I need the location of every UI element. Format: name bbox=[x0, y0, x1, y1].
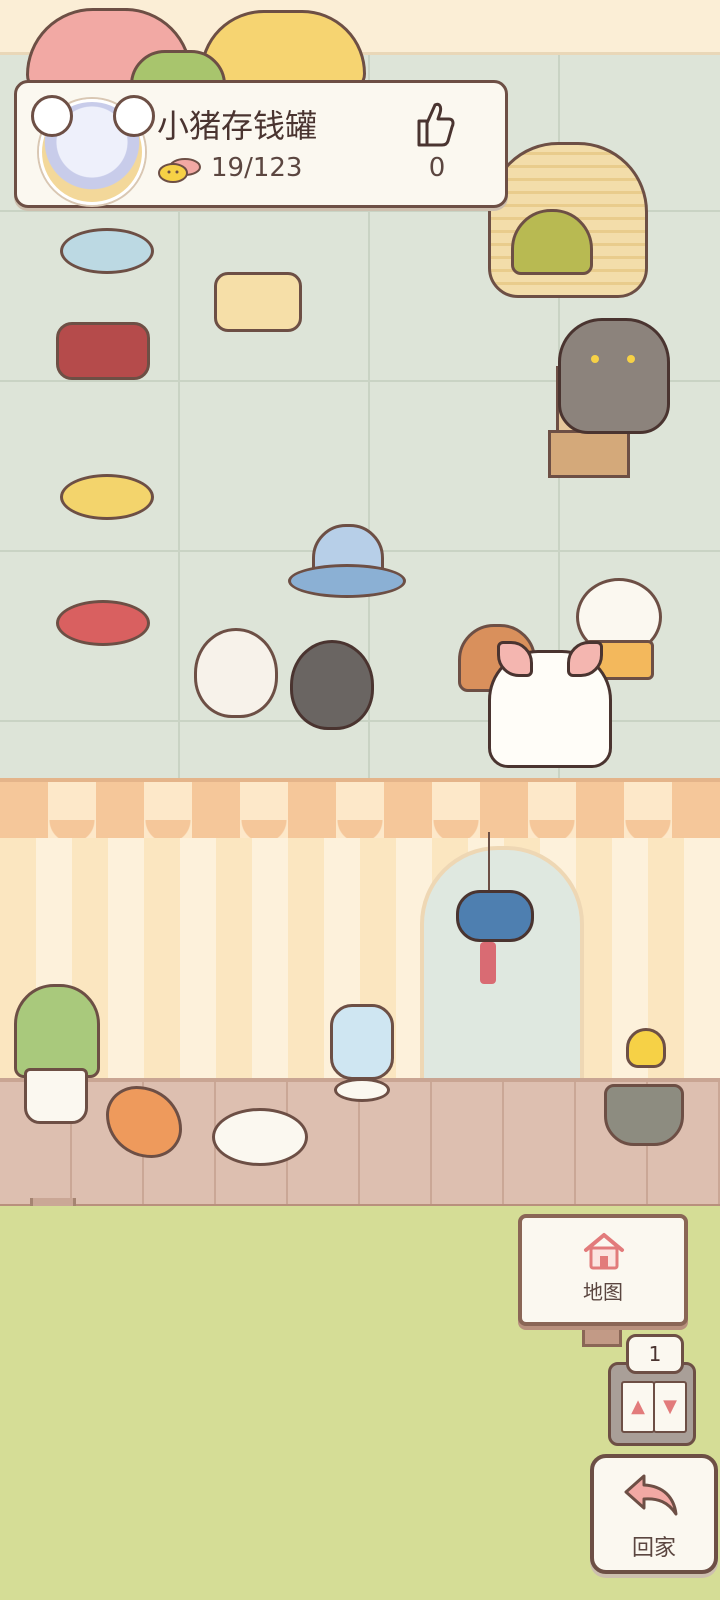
floor-number-badge: 1 bbox=[626, 1334, 684, 1374]
chime-tassel bbox=[480, 942, 496, 984]
return-arrow-icon bbox=[624, 1474, 678, 1516]
yellow-bowl[interactable] bbox=[60, 474, 154, 520]
tulip-plant[interactable] bbox=[604, 1028, 684, 1148]
like-count: 0 bbox=[428, 153, 446, 183]
robot-lamp-base bbox=[334, 1078, 390, 1102]
fish-coin-icon bbox=[158, 158, 201, 183]
grey-owl-egg[interactable] bbox=[290, 640, 374, 730]
straw-cat-house[interactable] bbox=[488, 142, 648, 298]
chime-string bbox=[488, 832, 490, 892]
calla-lily-plant[interactable] bbox=[14, 984, 100, 1124]
tulip-pot bbox=[604, 1084, 684, 1146]
ufo-toy[interactable] bbox=[288, 524, 406, 604]
grey-cat[interactable] bbox=[558, 318, 670, 434]
white-owl-egg[interactable] bbox=[194, 628, 278, 718]
tulip-flower bbox=[626, 1028, 666, 1068]
fish-count: 19/123 bbox=[211, 153, 303, 183]
dark-red-bowl[interactable] bbox=[56, 322, 150, 380]
elephant-wind-chime[interactable] bbox=[446, 832, 536, 992]
house-icon bbox=[584, 1233, 624, 1270]
lily-pot bbox=[24, 1068, 88, 1124]
ufo-disc bbox=[288, 564, 406, 598]
grey-cat-eye-left bbox=[591, 355, 599, 363]
map-label: 地图 bbox=[583, 1280, 623, 1304]
calico-cat[interactable] bbox=[488, 641, 612, 768]
return-home-button[interactable]: 回家 bbox=[590, 1454, 718, 1574]
grey-cat-eye-right bbox=[627, 355, 635, 363]
floor-up-button[interactable]: ▲ bbox=[621, 1381, 655, 1433]
robot-lamp[interactable] bbox=[330, 990, 394, 1102]
floor-switcher: ▲ ▼ bbox=[608, 1362, 696, 1446]
home-label: 回家 bbox=[631, 1536, 676, 1561]
cat-house-door bbox=[511, 209, 593, 275]
room-profile-card[interactable]: 小猪存钱罐 19/123 0 bbox=[14, 80, 508, 208]
avatar-ear-left bbox=[31, 95, 73, 137]
paper-fan[interactable] bbox=[212, 1108, 308, 1166]
lily-leaves bbox=[14, 984, 100, 1078]
robot-lamp-head bbox=[330, 1004, 394, 1080]
scratching-post-base bbox=[548, 430, 630, 478]
thumbs-up-icon[interactable] bbox=[411, 99, 457, 149]
elephant-body bbox=[456, 890, 534, 942]
blue-bowl[interactable] bbox=[60, 228, 154, 274]
avatar-ear-right bbox=[113, 95, 155, 137]
floor-down-button[interactable]: ▼ bbox=[653, 1381, 687, 1433]
room-name: 小猪存钱罐 bbox=[157, 107, 318, 145]
map-button[interactable]: 地图 bbox=[518, 1214, 688, 1326]
red-bowl[interactable] bbox=[56, 600, 150, 646]
round-basket[interactable] bbox=[214, 272, 302, 332]
